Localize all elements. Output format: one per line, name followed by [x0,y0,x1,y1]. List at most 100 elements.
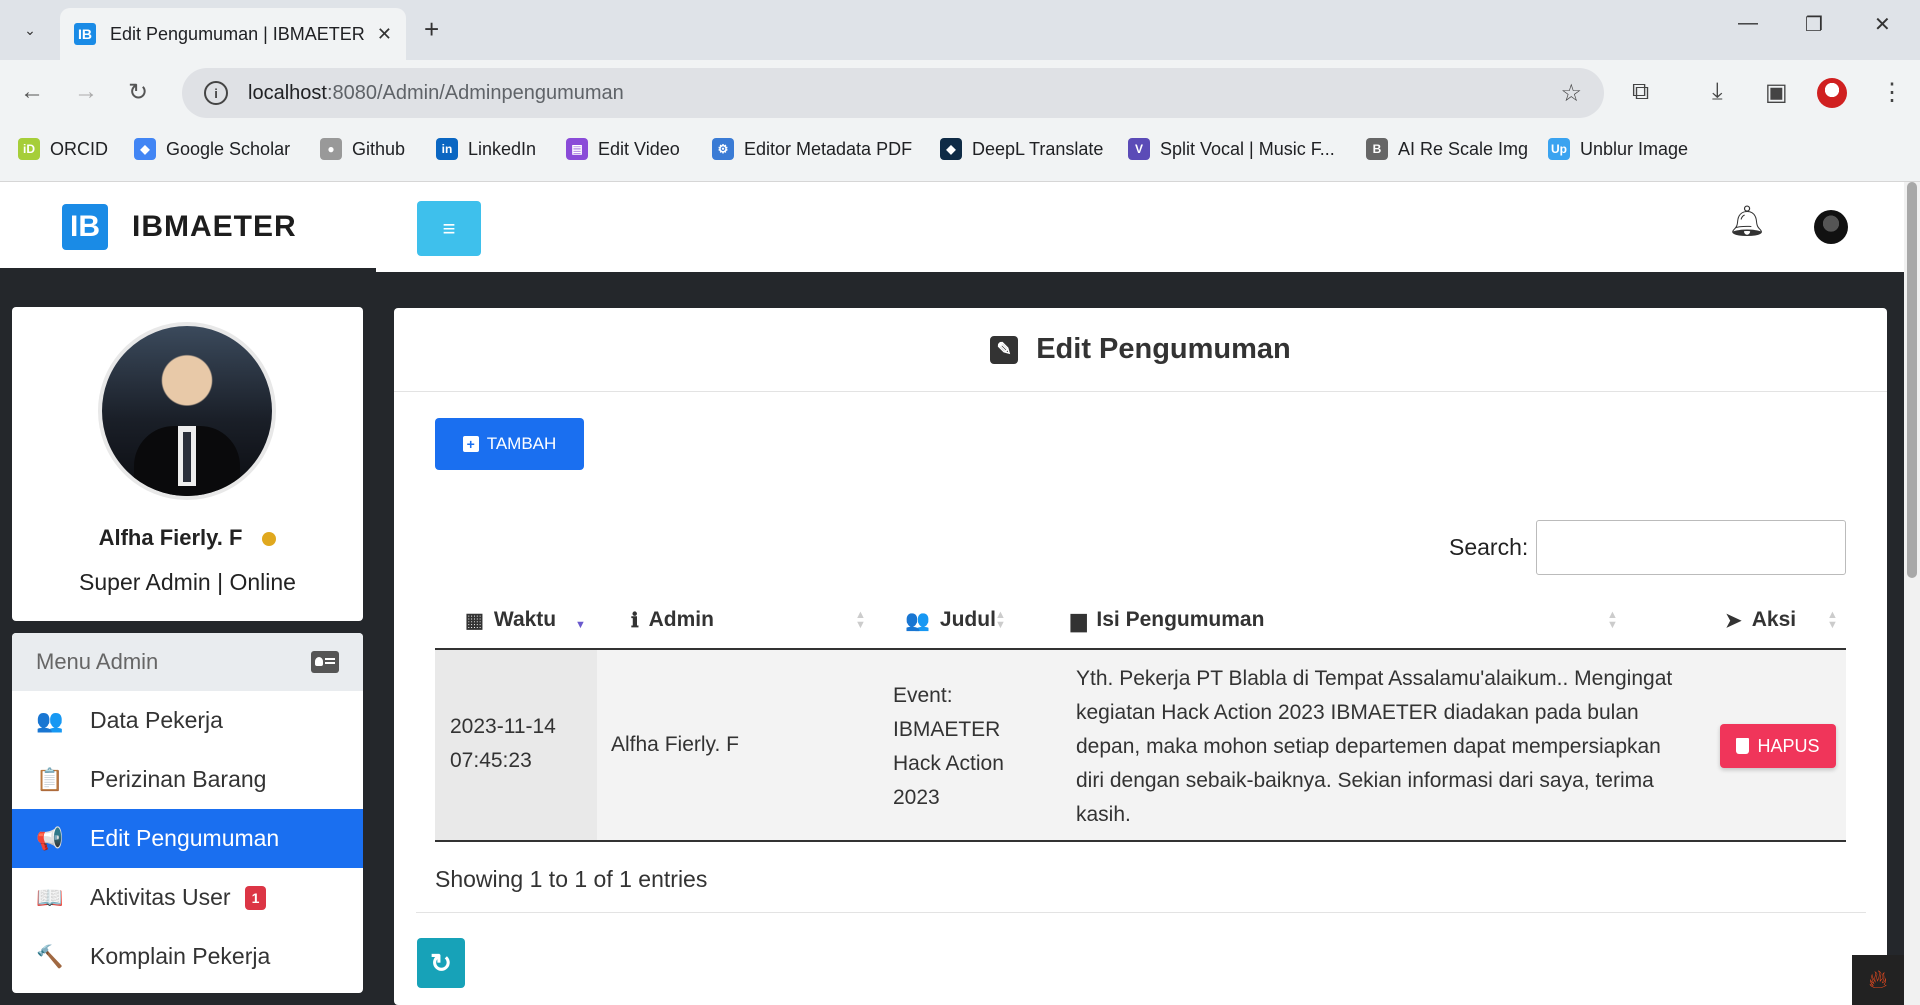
menu-lines-icon: ≡ [442,215,456,241]
brand-name[interactable]: IBMAETER [132,210,297,244]
search-input[interactable] [1536,520,1846,575]
user-avatar[interactable] [1814,210,1848,244]
debug-flame-icon[interactable]: 🔥︎ [1852,955,1904,1005]
sort-isi-icon[interactable]: ▲ ▼ [1607,610,1618,631]
minimize-icon[interactable]: — [1738,12,1758,35]
column-header-admin[interactable]: ℹ Admin [631,590,714,650]
sort-waktu-icon[interactable]: ▼ [575,610,586,631]
cell-admin: Alfha Fierly. F [611,733,739,756]
bookmark-label: Google Scholar [166,138,291,159]
sidebar-item-edit-pengumuman[interactable]: 📢 Edit Pengumuman [12,809,363,868]
table-row: 2023-11-14 07:45:23 Alfha Fierly. F Even… [435,650,1846,842]
tab-search-icon[interactable]: ⌄ [14,14,46,46]
notification-badge: 1 [244,885,267,910]
profile-avatar[interactable] [1817,78,1847,108]
download-icon[interactable]: ⤓ [1712,78,1723,106]
menu-header: Menu Admin [12,633,363,691]
new-tab-icon[interactable]: + [424,14,439,45]
cell-waktu: 2023-11-14 07:45:23 [450,710,556,778]
sidebar-toggle-button[interactable]: ≡ [417,201,481,256]
browser-tab[interactable]: IB Edit Pengumuman | IBMAETER ✕ [60,8,406,60]
bookmark-item[interactable]: V Split Vocal | Music F... [1128,138,1335,160]
card-header: ✎ Edit Pengumuman [394,308,1887,392]
bookmark-label: Unblur Image [1580,138,1689,159]
bookmark-item[interactable]: ▤ Edit Video [566,138,680,160]
menu-dots-icon[interactable]: ⋮ [1880,78,1904,107]
bookmark-label: Editor Metadata PDF [744,138,913,159]
page-scrollbar[interactable] [1904,182,1920,1005]
app-header: IB IBMAETER ≡ 🔔︎ [0,182,1904,272]
info-icon: ℹ [631,609,639,632]
sort-aksi-icon[interactable]: ▲ ▼ [1827,610,1838,631]
bookmark-favicon-icon: ⚙ [712,138,734,160]
send-icon: ➤ [1725,609,1742,632]
table-header: ▦ Waktu ▼ ℹ Admin ▲ ▼ 👥 Judul ▲ ▼ ▆ Isi Pengum… [435,590,1846,650]
sort-judul-icon[interactable]: ▲ ▼ [995,610,1006,631]
column-header-waktu[interactable]: ▦ Waktu [465,590,556,650]
megaphone-icon: 📢 [36,825,64,851]
bookmark-favicon-icon: ● [320,138,342,160]
sidebar-item-komplain-pekerja[interactable]: 🔨 Komplain Pekerja [12,927,363,986]
bookmark-item[interactable]: B AI Re Scale Img [1366,138,1528,160]
browser-toolbar: ← → ↻ i localhost:8080/Admin/Adminpengum… [0,60,1920,126]
bookmark-label: Github [352,138,406,159]
announcement-table: ▦ Waktu ▼ ℹ Admin ▲ ▼ 👥 Judul ▲ ▼ ▆ Isi Pengum… [435,590,1846,842]
add-button-label: TAMBAH [486,434,557,453]
cell-judul: Event: IBMAETER Hack Action 2023 [893,684,1004,809]
refresh-button[interactable]: ↻ [417,938,465,988]
search-label: Search: [1449,534,1529,560]
menu-title: Menu Admin [36,649,159,674]
users-icon: 👥 [905,609,930,632]
column-header-judul[interactable]: 👥 Judul [905,590,996,650]
bookmark-favicon-icon: B [1366,138,1388,160]
bookmark-item[interactable]: ● Github [320,138,405,160]
browser-tab-strip: ⌄ IB Edit Pengumuman | IBMAETER ✕ + — ❐ … [0,0,1920,60]
bookmark-item[interactable]: ◆ DeepL Translate [940,138,1103,160]
sidebar-item-label: Komplain Pekerja [90,943,271,969]
plus-square-icon: + [462,436,479,452]
extensions-icon[interactable]: ⧉ [1632,78,1649,106]
bookmark-item[interactable]: Up Unblur Image [1548,138,1688,160]
bookmark-item[interactable]: iD ORCID [18,138,108,160]
bookmark-favicon-icon: iD [18,138,40,160]
profile-photo [98,322,276,500]
back-icon[interactable]: ← [20,78,44,106]
refresh-icon: ↻ [430,947,452,978]
book-reader-icon: 📖 [36,884,64,910]
bookmark-item[interactable]: ⚙ Editor Metadata PDF [712,138,912,160]
url-host: localhost [248,81,327,104]
scrollbar-thumb[interactable] [1907,182,1917,578]
card-footer-divider [416,912,1866,913]
column-header-aksi[interactable]: ➤ Aksi [1725,590,1796,650]
close-window-icon[interactable]: ✕ [1874,12,1891,37]
url-path: :8080/Admin/Adminpengumuman [326,81,624,104]
forward-icon[interactable]: → [74,78,98,106]
sidebar-item-label: Data Pekerja [90,707,223,733]
tab-favicon: IB [74,23,96,45]
address-bar[interactable]: i localhost:8080/Admin/Adminpengumuman ☆ [182,68,1604,118]
side-panel-icon[interactable]: ▣ [1765,78,1788,107]
close-tab-icon[interactable]: ✕ [377,24,392,45]
bookmark-item[interactable]: in LinkedIn [436,138,536,160]
notification-bell-icon[interactable]: 🔔︎ [1728,204,1766,239]
column-header-isi[interactable]: ▆ Isi Pengumuman [1071,590,1264,650]
sort-admin-icon[interactable]: ▲ ▼ [855,610,866,631]
sidebar-item-label: Edit Pengumuman [90,825,280,851]
bookmark-star-icon[interactable]: ☆ [1560,79,1582,108]
bookmark-label: DeepL Translate [972,138,1104,159]
app-logo[interactable]: IB [62,204,108,250]
site-info-icon[interactable]: i [204,81,228,105]
sidebar-item-aktivitas-user[interactable]: 📖 Aktivitas User 1 [12,868,363,927]
sidebar-item-perizinan-barang[interactable]: 📋 Perizinan Barang [12,750,363,809]
admin-menu: Menu Admin 👥 Data Pekerja 📋 Perizinan Baran… [12,633,363,993]
delete-button-label: HAPUS [1757,735,1820,756]
header-divider [0,268,376,272]
sidebar-item-data-pekerja[interactable]: 👥 Data Pekerja [12,691,363,750]
delete-button[interactable]: HAPUS [1720,724,1836,768]
bookmark-item[interactable]: ◆ Google Scholar [134,138,290,160]
sidebar-item-label: Aktivitas User [90,884,231,910]
reload-icon[interactable]: ↻ [128,78,148,107]
add-button[interactable]: + TAMBAH [435,418,584,470]
restore-icon[interactable]: ❐ [1805,12,1823,37]
tab-title: Edit Pengumuman | IBMAETER [110,23,365,44]
